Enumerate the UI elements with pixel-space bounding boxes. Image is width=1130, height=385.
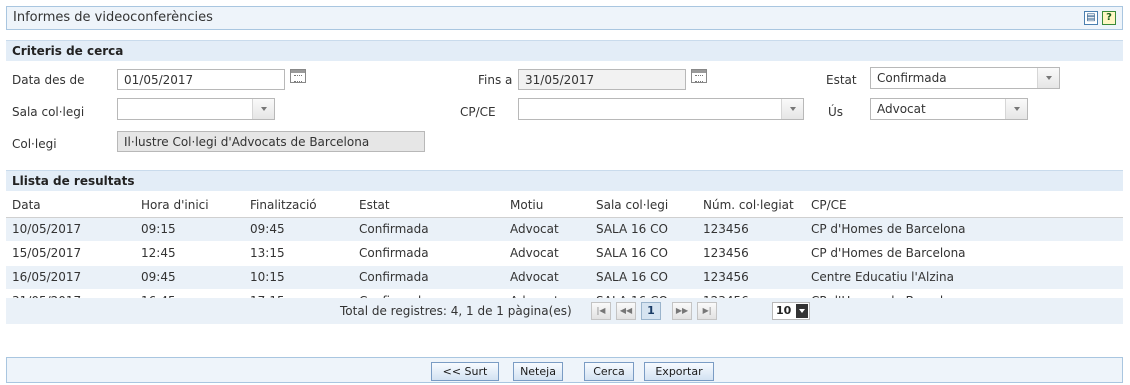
cell-reason: Advocat <box>504 241 590 266</box>
previous-page-icon[interactable]: ◀◀ <box>616 302 636 320</box>
title-bar: Informes de videoconferències ▤ ? <box>6 6 1123 30</box>
table-row[interactable]: 15/05/2017 12:45 13:15 Confirmada Advoca… <box>6 241 1123 266</box>
next-page-icon[interactable]: ▶▶ <box>672 302 692 320</box>
exit-button[interactable]: << Surt <box>431 362 499 381</box>
cell-status: Confirmada <box>353 217 504 242</box>
cell-member-number: 123456 <box>697 241 805 266</box>
status-select[interactable]: Confirmada <box>870 67 1060 89</box>
date-from-label: Data des de <box>12 73 85 87</box>
criteria-heading: Criteris de cerca <box>6 41 1123 61</box>
college-label: Col·legi <box>12 137 57 151</box>
cpce-label: CP/CE <box>460 105 496 119</box>
cell-start: 12:45 <box>135 241 244 266</box>
room-select[interactable] <box>117 98 275 120</box>
room-label: Sala col·legi <box>12 105 85 119</box>
cell-reason: Advocat <box>504 265 590 290</box>
results-panel: Llista de resultats Data Hora d'inici Fi… <box>6 170 1123 380</box>
chevron-down-icon <box>1005 99 1027 119</box>
column-header[interactable]: Sala col·legi <box>590 193 697 218</box>
cell-room: SALA 16 CO <box>590 241 697 266</box>
column-header[interactable]: Motiu <box>504 193 590 218</box>
cell-member-number: 123456 <box>697 265 805 290</box>
table-header-row: Data Hora d'inici Finalització Estat Mot… <box>6 193 1123 218</box>
cell-reason: Advocat <box>504 217 590 242</box>
current-page-button[interactable]: 1 <box>641 302 661 320</box>
cell-start: 09:15 <box>135 217 244 242</box>
cell-date: 15/05/2017 <box>6 241 135 266</box>
action-bar: << Surt Neteja Cerca Exportar <box>6 357 1123 383</box>
column-header[interactable]: Data <box>6 193 135 218</box>
date-to-input[interactable]: 31/05/2017 <box>518 69 686 90</box>
calendar-icon[interactable] <box>290 69 306 83</box>
results-heading: Llista de resultats <box>6 171 1123 191</box>
page-size-select[interactable]: 10 <box>772 302 810 320</box>
cell-end: 09:45 <box>244 217 353 242</box>
cell-date: 16/05/2017 <box>6 265 135 290</box>
first-page-icon[interactable]: |◀ <box>591 302 611 320</box>
cell-cpce: CP d'Homes de Barcelona <box>805 241 1123 266</box>
cell-start: 09:45 <box>135 265 244 290</box>
cell-room: SALA 16 CO <box>590 265 697 290</box>
help-icon[interactable]: ? <box>1102 11 1116 25</box>
table-row[interactable]: 10/05/2017 09:15 09:45 Confirmada Advoca… <box>6 217 1123 242</box>
clear-button[interactable]: Neteja <box>513 362 563 381</box>
cell-room: SALA 16 CO <box>590 217 697 242</box>
date-from-input[interactable]: 01/05/2017 <box>117 69 285 90</box>
status-select-value: Confirmada <box>877 71 947 85</box>
column-header[interactable]: Estat <box>353 193 504 218</box>
cell-end: 10:15 <box>244 265 353 290</box>
column-header[interactable]: Hora d'inici <box>135 193 244 218</box>
date-to-label: Fins a <box>478 73 513 87</box>
cell-status: Confirmada <box>353 241 504 266</box>
college-field: Il·lustre Col·legi d'Advocats de Barcelo… <box>117 131 425 152</box>
cell-member-number: 123456 <box>697 217 805 242</box>
cell-status: Confirmada <box>353 265 504 290</box>
page-size-value: 10 <box>776 304 792 317</box>
use-select-value: Advocat <box>877 102 926 116</box>
last-page-icon[interactable]: ▶| <box>697 302 717 320</box>
chevron-down-icon <box>781 99 803 119</box>
export-button[interactable]: Exportar <box>644 362 714 381</box>
column-header[interactable]: Núm. col·legiat <box>697 193 805 218</box>
cell-cpce: CP d'Homes de Barcelona <box>805 217 1123 242</box>
pagination-bar: Total de registres: 4, 1 de 1 pàgina(es)… <box>6 298 1123 324</box>
use-select[interactable]: Advocat <box>870 98 1028 120</box>
cell-end: 13:15 <box>244 241 353 266</box>
results-table: Data Hora d'inici Finalització Estat Mot… <box>6 193 1123 314</box>
search-button[interactable]: Cerca <box>584 362 634 381</box>
column-header[interactable]: Finalització <box>244 193 353 218</box>
column-header[interactable]: CP/CE <box>805 193 1123 218</box>
cell-cpce: Centre Educatiu l'Alzina <box>805 265 1123 290</box>
calendar-icon[interactable] <box>691 69 707 83</box>
table-row[interactable]: 16/05/2017 09:45 10:15 Confirmada Advoca… <box>6 265 1123 290</box>
cell-date: 10/05/2017 <box>6 217 135 242</box>
search-criteria-panel: Criteris de cerca Data des de 01/05/2017… <box>6 40 1123 156</box>
cpce-select[interactable] <box>518 98 804 120</box>
chevron-down-icon <box>252 99 274 119</box>
printer-icon[interactable]: ▤ <box>1084 11 1098 25</box>
page-title: Informes de videoconferències <box>13 10 213 25</box>
use-label: Ús <box>828 105 844 119</box>
status-label: Estat <box>826 73 857 87</box>
chevron-down-icon <box>1037 68 1059 88</box>
total-records-text: Total de registres: 4, 1 de 1 pàgina(es) <box>340 304 572 318</box>
chevron-down-icon <box>796 304 808 318</box>
